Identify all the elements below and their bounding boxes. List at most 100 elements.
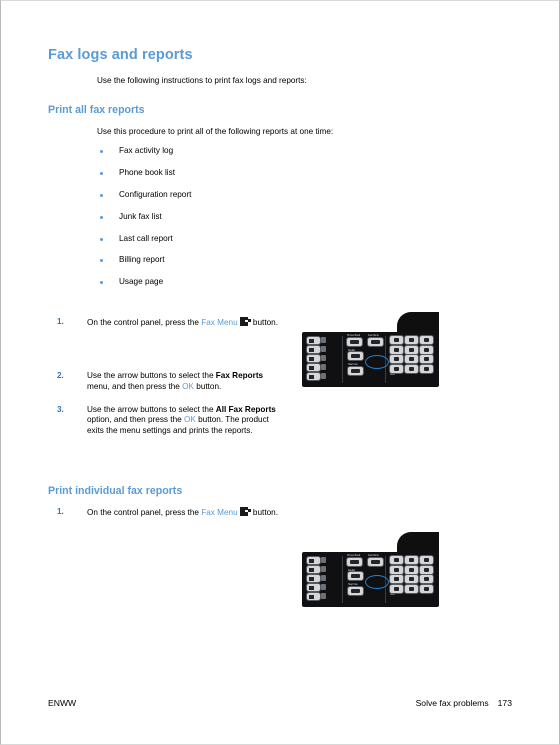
list-item: Billing report bbox=[97, 255, 514, 265]
step-text-pre: On the control panel, press the bbox=[87, 318, 202, 328]
keypad-key-9[interactable] bbox=[420, 355, 433, 363]
step-text: Use the arrow buttons to select the All … bbox=[87, 405, 282, 437]
step-number: 1. bbox=[57, 317, 64, 327]
heading-print-all-fax-reports: Print all fax reports bbox=[48, 104, 145, 117]
page-content: Fax logs and reports Use the following i… bbox=[48, 47, 514, 531]
keypad-key-6[interactable] bbox=[420, 565, 433, 574]
redial-key[interactable] bbox=[348, 352, 363, 361]
phone-book-key[interactable] bbox=[347, 557, 362, 566]
keypad-key-4[interactable] bbox=[390, 345, 403, 354]
step-item: 1. On the control panel, press the Fax M… bbox=[57, 317, 514, 329]
keypad-row bbox=[390, 556, 436, 564]
keypad-note-label: ABC bbox=[390, 593, 396, 596]
keypad-key-5[interactable] bbox=[405, 565, 418, 574]
speed-dial-column bbox=[307, 557, 339, 602]
list-item: Last call report bbox=[97, 234, 514, 244]
key-shadow bbox=[321, 575, 326, 581]
key-shadow bbox=[321, 373, 326, 379]
step-number: 1. bbox=[57, 506, 64, 516]
key-shadow bbox=[321, 364, 326, 370]
speed-dial-key[interactable] bbox=[307, 364, 320, 371]
keypad-key-1[interactable] bbox=[390, 336, 403, 344]
speed-dial-key[interactable] bbox=[307, 337, 320, 344]
redial-key[interactable] bbox=[348, 572, 363, 581]
keypad-key-7[interactable] bbox=[390, 575, 403, 583]
list-item: Phone book list bbox=[97, 168, 514, 178]
keypad-key-2[interactable] bbox=[405, 556, 418, 564]
panel-body: Phone Book Fax Menu Redial Start Fax ABC bbox=[302, 552, 439, 607]
xref-ok[interactable]: OK bbox=[184, 415, 196, 424]
speed-dial-key[interactable] bbox=[307, 557, 320, 564]
speed-dial-column bbox=[307, 337, 339, 382]
step-text-pre: Use the arrow buttons to select the bbox=[87, 404, 216, 414]
fax-key-row: Phone Book Fax Menu bbox=[347, 554, 383, 566]
keypad-key-9[interactable] bbox=[420, 575, 433, 583]
speed-dial-key[interactable] bbox=[307, 584, 320, 591]
keypad-key-hash[interactable] bbox=[420, 584, 433, 593]
step-text-post: button. bbox=[250, 507, 278, 517]
fax-menu-key[interactable] bbox=[368, 337, 383, 346]
keypad-key-2[interactable] bbox=[405, 336, 418, 344]
keypad-row bbox=[390, 575, 436, 583]
print-all-steps: 1. On the control panel, press the Fax M… bbox=[48, 317, 514, 437]
speed-dial-key[interactable] bbox=[307, 346, 320, 353]
callout-ellipse-fax-menu bbox=[365, 575, 389, 589]
key-shadow bbox=[321, 593, 326, 599]
xref-fax-menu[interactable]: Fax Menu bbox=[201, 318, 237, 327]
fax-menu-key-group: Fax Menu bbox=[368, 554, 383, 566]
keypad-key-8[interactable] bbox=[405, 575, 418, 583]
control-panel-figure: Phone Book Fax Menu Redial Start Fax ABC bbox=[302, 532, 439, 607]
numeric-keypad: ABC bbox=[390, 556, 436, 597]
speed-dial-key[interactable] bbox=[307, 575, 320, 582]
callout-ellipse-fax-menu bbox=[365, 355, 389, 369]
fax-menu-key[interactable] bbox=[368, 557, 383, 566]
print-individual-steps: 1. On the control panel, press the Fax M… bbox=[48, 506, 514, 519]
speed-dial-key[interactable] bbox=[307, 355, 320, 362]
footer-locale-code: ENWW bbox=[48, 698, 77, 708]
keypad-row bbox=[390, 584, 436, 593]
keypad-key-hash[interactable] bbox=[420, 364, 433, 373]
fax-menu-key-group: Fax Menu bbox=[368, 334, 383, 346]
step-text-mid: menu, and then press the bbox=[87, 381, 183, 391]
heading-print-individual-fax-reports: Print individual fax reports bbox=[48, 485, 183, 498]
list-item: Usage page bbox=[97, 277, 514, 287]
step-text-post: button. bbox=[193, 381, 222, 391]
keypad-key-star[interactable] bbox=[390, 364, 403, 373]
keypad-key-4[interactable] bbox=[390, 565, 403, 574]
speed-dial-key[interactable] bbox=[307, 373, 320, 380]
speed-dial-key[interactable] bbox=[307, 566, 320, 573]
step-text-pre: On the control panel, press the bbox=[87, 507, 202, 517]
keypad-key-8[interactable] bbox=[405, 355, 418, 363]
xref-fax-menu[interactable]: Fax Menu bbox=[201, 508, 237, 517]
section-intro-text: Use the following instructions to print … bbox=[97, 76, 307, 86]
phone-book-key[interactable] bbox=[347, 337, 362, 346]
footer-right-group: Solve fax problems 173 bbox=[416, 698, 512, 708]
list-item: Junk fax list bbox=[97, 212, 514, 222]
document-page: Fax logs and reports Use the following i… bbox=[0, 0, 560, 745]
step-text: On the control panel, press the Fax Menu… bbox=[87, 317, 282, 329]
fax-menu-key-icon bbox=[239, 317, 251, 327]
footer-running-head: Solve fax problems bbox=[415, 698, 489, 708]
list-item: Configuration report bbox=[97, 190, 514, 200]
keypad-key-0[interactable] bbox=[405, 584, 418, 593]
keypad-key-7[interactable] bbox=[390, 355, 403, 363]
step-text: On the control panel, press the Fax Menu… bbox=[87, 506, 282, 519]
step-text-mid: option, and then press the bbox=[87, 415, 184, 425]
footer-page-number: 173 bbox=[497, 698, 512, 708]
keypad-key-3[interactable] bbox=[420, 336, 433, 344]
key-shadow bbox=[321, 584, 326, 590]
step-number: 3. bbox=[57, 404, 64, 414]
keypad-key-star[interactable] bbox=[390, 584, 403, 593]
start-fax-key[interactable] bbox=[348, 586, 363, 595]
keypad-key-6[interactable] bbox=[420, 345, 433, 354]
keypad-row bbox=[390, 336, 436, 344]
keypad-key-0[interactable] bbox=[405, 364, 418, 373]
keypad-key-1[interactable] bbox=[390, 556, 403, 564]
keypad-key-5[interactable] bbox=[405, 345, 418, 354]
speed-dial-key[interactable] bbox=[307, 593, 320, 600]
keypad-key-3[interactable] bbox=[420, 556, 433, 564]
fax-key-row: Phone Book Fax Menu bbox=[347, 334, 383, 346]
start-fax-key[interactable] bbox=[348, 366, 363, 375]
xref-ok[interactable]: OK bbox=[182, 382, 194, 391]
